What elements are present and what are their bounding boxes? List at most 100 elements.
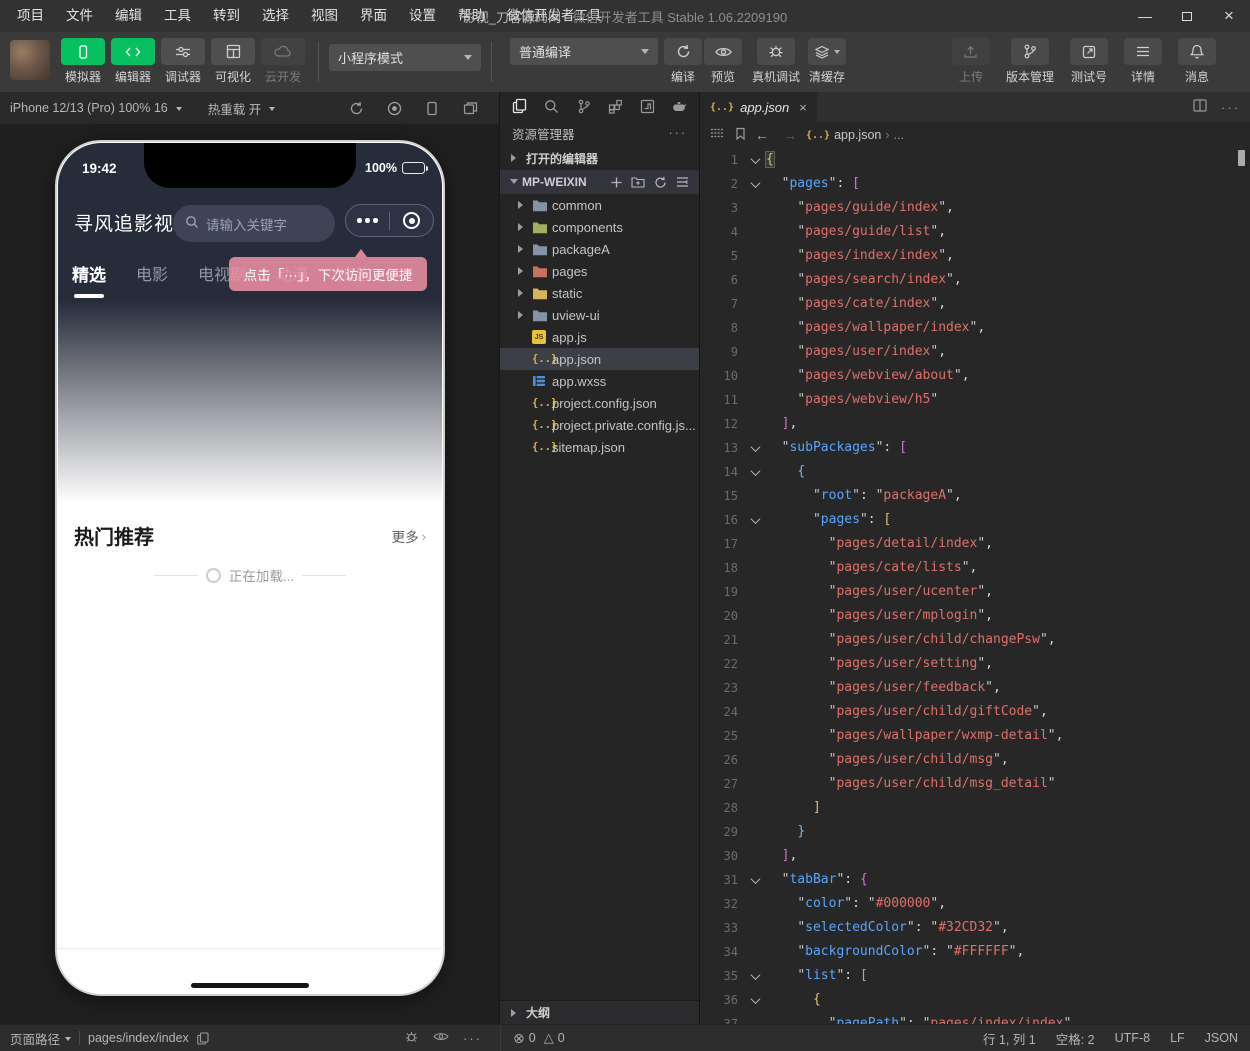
editor-more-icon[interactable]: ··· <box>1221 100 1240 115</box>
code-line[interactable]: 6 "pages/search/index", <box>700 268 1250 292</box>
tree-folder-row[interactable]: uview-ui <box>500 304 699 326</box>
code-line[interactable]: 36 { <box>700 988 1250 1012</box>
more-dots-icon[interactable] <box>346 218 389 223</box>
code-line[interactable]: 20 "pages/user/mplogin", <box>700 604 1250 628</box>
tree-folder-row[interactable]: common <box>500 194 699 216</box>
fold-chevron-icon[interactable] <box>744 988 766 1012</box>
tree-file-row[interactable]: app.wxss <box>500 370 699 392</box>
problems-indicator[interactable]: ⊗ 0 △ 0 <box>501 1030 577 1047</box>
split-editor-icon[interactable] <box>1193 99 1207 115</box>
code-line[interactable]: 8 "pages/wallpaper/index", <box>700 316 1250 340</box>
preview-button[interactable]: 预览 <box>704 38 742 85</box>
language-mode[interactable]: JSON <box>1205 1031 1238 1045</box>
code-line[interactable]: 3 "pages/guide/index", <box>700 196 1250 220</box>
code-line[interactable]: 31 "tabBar": { <box>700 868 1250 892</box>
menu-item[interactable]: 转到 <box>202 0 251 32</box>
close-capsule-icon[interactable] <box>390 212 433 229</box>
clear-cache-button[interactable]: 清缓存 <box>808 38 846 85</box>
code-line[interactable]: 1{ <box>700 148 1250 172</box>
tree-folder-row[interactable]: packageA <box>500 238 699 260</box>
record-icon[interactable] <box>375 101 413 116</box>
menu-item[interactable]: 项目 <box>6 0 55 32</box>
compile-mode-select[interactable]: 普通编译 <box>510 38 658 65</box>
more-link[interactable]: 更多› <box>392 526 426 546</box>
fold-chevron-icon[interactable] <box>744 148 766 172</box>
mode-select[interactable]: 小程序模式 <box>329 44 481 71</box>
hot-reload-toggle[interactable]: 热重载 开 <box>208 99 275 118</box>
phone-category-tab[interactable]: 精选 <box>72 261 106 298</box>
tree-folder-row[interactable]: static <box>500 282 699 304</box>
code-line[interactable]: 5 "pages/index/index", <box>700 244 1250 268</box>
code-line[interactable]: 34 "backgroundColor": "#FFFFFF", <box>700 940 1250 964</box>
code-line[interactable]: 33 "selectedColor": "#32CD32", <box>700 916 1250 940</box>
code-line[interactable]: 11 "pages/webview/h5" <box>700 388 1250 412</box>
code-line[interactable]: 19 "pages/user/ucenter", <box>700 580 1250 604</box>
search-input[interactable]: 请输入关键字 <box>173 205 335 242</box>
files-icon[interactable] <box>504 98 536 114</box>
fold-chevron-icon[interactable] <box>744 868 766 892</box>
avatar[interactable] <box>10 40 50 80</box>
menu-item[interactable]: 界面 <box>349 0 398 32</box>
menu-item[interactable]: 文件 <box>55 0 104 32</box>
explorer-more-icon[interactable]: ··· <box>669 126 688 140</box>
page-path-value[interactable]: pages/index/index <box>88 1031 189 1045</box>
code-line[interactable]: 4 "pages/guide/list", <box>700 220 1250 244</box>
breadcrumb-file[interactable]: app.json <box>834 128 881 142</box>
new-file-icon[interactable] <box>605 176 627 189</box>
compile-button[interactable]: 编译 <box>664 38 702 85</box>
menu-item[interactable]: 设置 <box>398 0 447 32</box>
code-line[interactable]: 9 "pages/user/index", <box>700 340 1250 364</box>
code-line[interactable]: 32 "color": "#000000", <box>700 892 1250 916</box>
code-line[interactable]: 12 ], <box>700 412 1250 436</box>
debugger-toggle-button[interactable]: 调试器 <box>160 38 206 85</box>
refresh-tree-icon[interactable] <box>649 176 671 189</box>
device-frame-icon[interactable] <box>413 101 451 116</box>
test-account-button[interactable]: 测试号 <box>1070 38 1108 85</box>
tree-folder-row[interactable]: components <box>500 216 699 238</box>
code-line[interactable]: 28 ] <box>700 796 1250 820</box>
code-line[interactable]: 22 "pages/user/setting", <box>700 652 1250 676</box>
code-line[interactable]: 15 "root": "packageA", <box>700 484 1250 508</box>
menu-item[interactable]: 工具 <box>153 0 202 32</box>
fold-chevron-icon[interactable] <box>744 460 766 484</box>
code-line[interactable]: 25 "pages/wallpaper/wxmp-detail", <box>700 724 1250 748</box>
code-line[interactable]: 7 "pages/cate/index", <box>700 292 1250 316</box>
encoding-setting[interactable]: UTF-8 <box>1115 1031 1150 1045</box>
editor-toggle-button[interactable]: 编辑器 <box>110 38 156 85</box>
remote-debug-button[interactable]: 真机调试 <box>752 38 800 85</box>
collapse-all-icon[interactable] <box>671 176 693 189</box>
vconsole-bug-icon[interactable] <box>404 1030 419 1047</box>
page-path-selector[interactable]: 页面路径 <box>10 1029 71 1048</box>
outline-list-icon[interactable] <box>710 128 725 143</box>
code-line[interactable]: 2 "pages": [ <box>700 172 1250 196</box>
back-arrow-icon[interactable]: ← <box>750 127 774 143</box>
tree-folder-row[interactable]: pages <box>500 260 699 282</box>
tree-file-row[interactable]: {..}sitemap.json <box>500 436 699 458</box>
menu-item[interactable]: 编辑 <box>104 0 153 32</box>
messages-button[interactable]: 消息 <box>1178 38 1216 85</box>
multi-window-icon[interactable] <box>451 101 489 115</box>
project-section[interactable]: MP-WEIXIN <box>500 170 699 194</box>
outline-section[interactable]: 大纲 <box>500 1000 699 1024</box>
code-line[interactable]: 13 "subPackages": [ <box>700 436 1250 460</box>
fold-chevron-icon[interactable] <box>744 436 766 460</box>
device-select[interactable]: iPhone 12/13 (Pro) 100% 16 <box>10 101 182 115</box>
fold-chevron-icon[interactable] <box>744 964 766 988</box>
cursor-position[interactable]: 行 1, 列 1 <box>983 1029 1036 1048</box>
menu-item[interactable]: 视图 <box>300 0 349 32</box>
status-more-icon[interactable]: ··· <box>463 1031 482 1046</box>
preview-eye-icon[interactable] <box>433 1031 449 1045</box>
tree-file-row[interactable]: JSapp.js <box>500 326 699 348</box>
visualizer-toggle-button[interactable]: 可视化 <box>210 38 256 85</box>
bookmark-icon[interactable] <box>735 127 746 143</box>
details-button[interactable]: 详情 <box>1124 38 1162 85</box>
eol-setting[interactable]: LF <box>1170 1031 1185 1045</box>
fold-chevron-icon[interactable] <box>744 172 766 196</box>
code-line[interactable]: 37 "pagePath": "pages/index/index", <box>700 1012 1250 1024</box>
close-tab-icon[interactable]: × <box>799 100 807 115</box>
menu-item[interactable]: 选择 <box>251 0 300 32</box>
phone-category-tab[interactable]: 电影 <box>136 261 168 298</box>
breadcrumb-more[interactable]: ... <box>894 128 904 142</box>
simulator-toggle-button[interactable]: 模拟器 <box>60 38 106 85</box>
close-icon[interactable]: × <box>1208 0 1250 32</box>
